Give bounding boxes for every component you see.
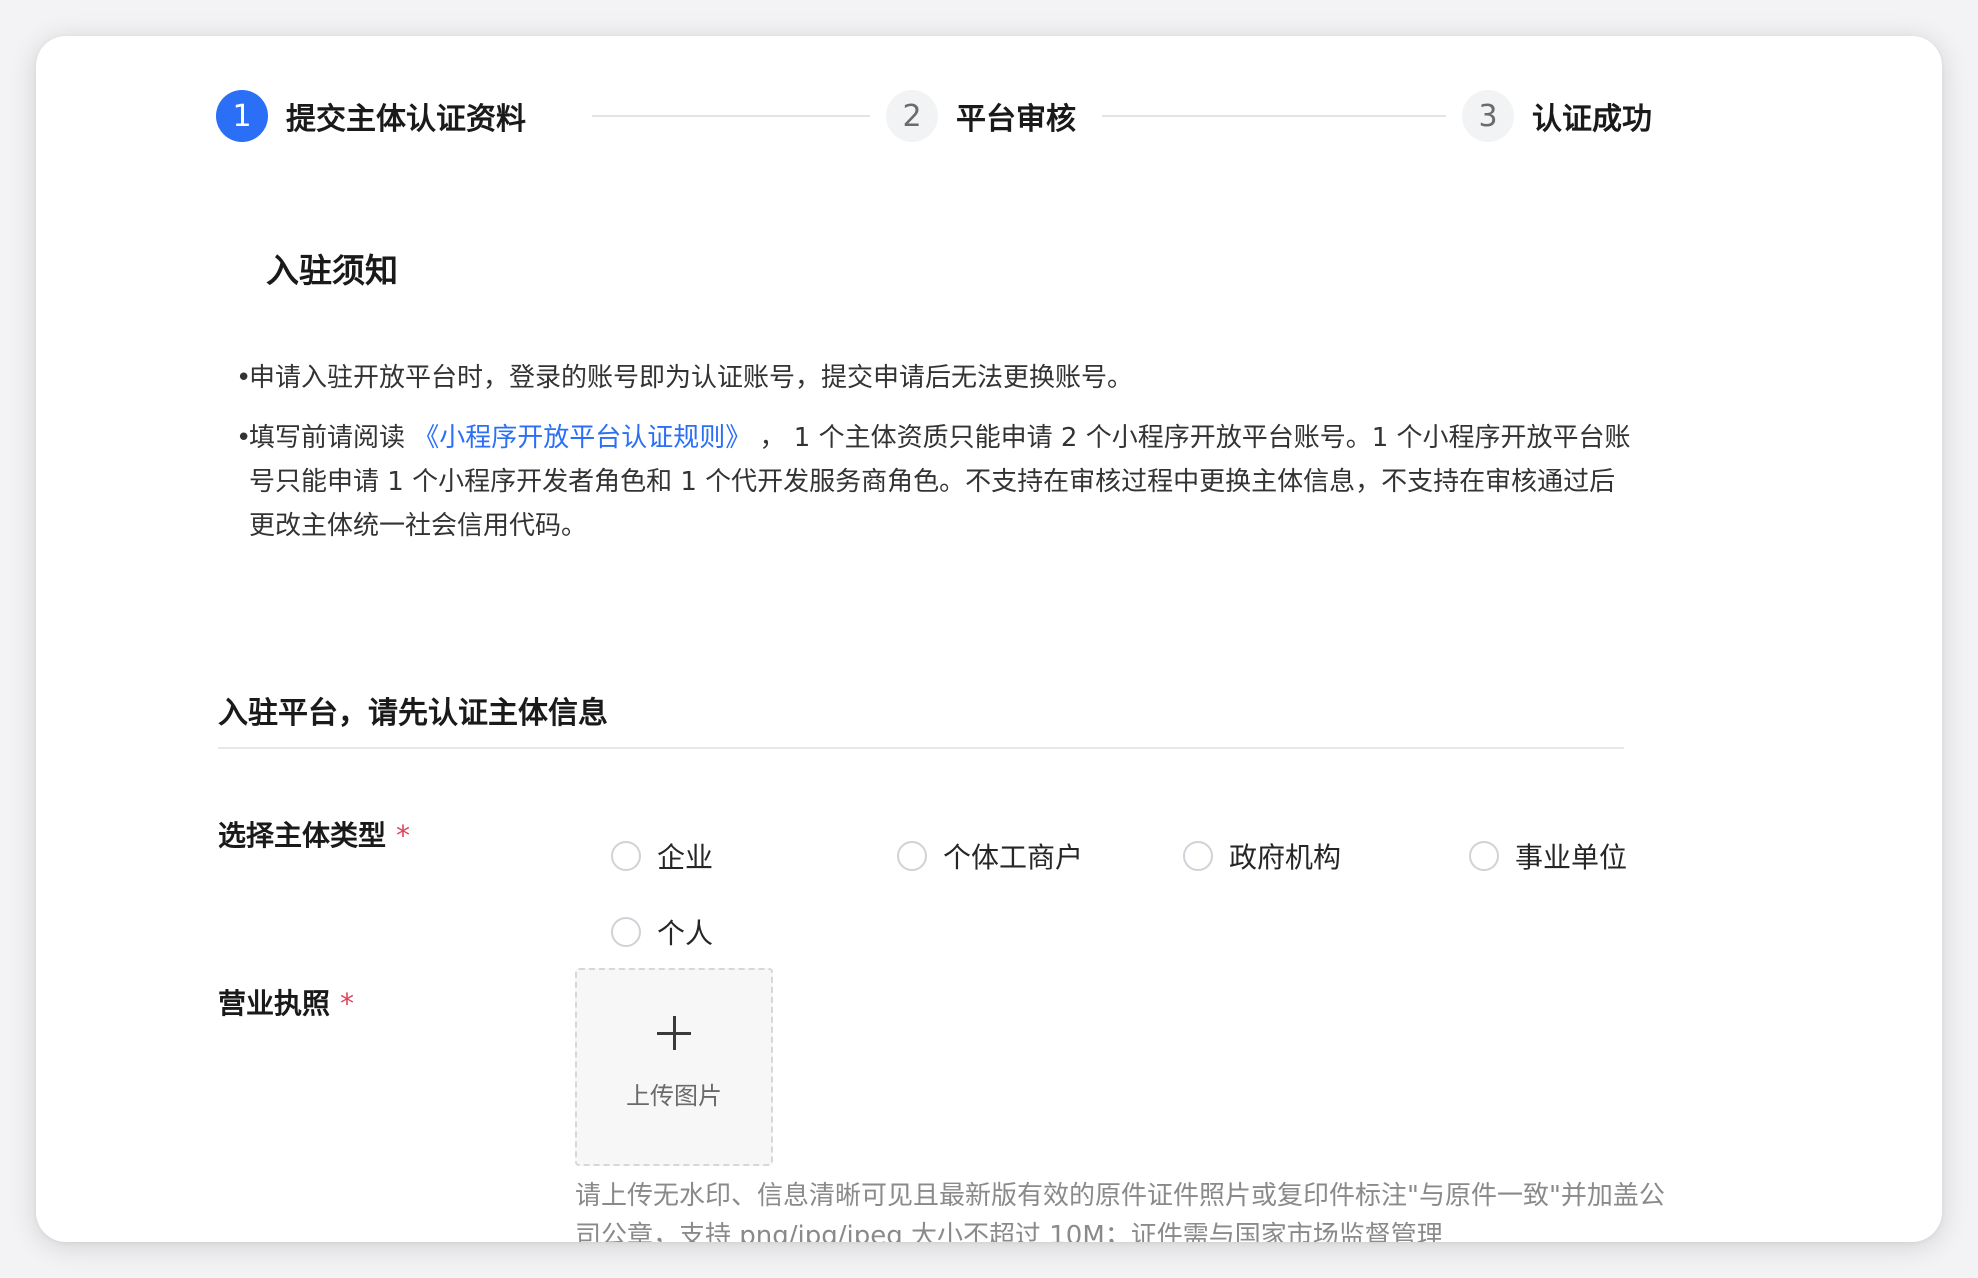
entity-type-label-text: 选择主体类型 [218,819,387,852]
license-label: 营业执照 * [218,982,354,1022]
section-title: 入驻平台，请先认证主体信息 [218,696,608,731]
radio-circle-icon[interactable] [611,917,641,947]
step-label-1: 提交主体认证资料 [286,102,526,137]
upload-label: 上传图片 [626,1081,722,1110]
radio-label: 企业 [657,841,714,874]
upload-image-button[interactable]: 上传图片 [575,968,773,1166]
bullet-icon: • [236,423,252,453]
radio-circle-icon[interactable] [611,841,641,871]
bullet-icon: • [236,363,252,393]
required-mark: * [396,819,411,852]
radio-public-institution[interactable]: 事业单位 [1469,834,1627,878]
entity-type-label: 选择主体类型 * [218,814,410,854]
step-number-3: 3 [1462,90,1514,142]
notice-item: • 申请入驻开放平台时，登录的账号即为认证账号，提交申请后无法更换账号。 [236,356,1636,400]
step-label-2: 平台审核 [956,102,1076,137]
notice-text-account: 申请入驻开放平台时，登录的账号即为认证账号，提交申请后无法更换账号。 [249,363,1134,393]
radio-label: 事业单位 [1515,841,1628,874]
radio-individual-business[interactable]: 个体工商户 [897,834,1083,878]
required-mark: * [340,987,355,1020]
certification-rules-link[interactable]: 《小程序开放平台认证规则》 [413,423,751,453]
radio-government[interactable]: 政府机构 [1183,834,1341,878]
certification-card: 1 提交主体认证资料 2 平台审核 3 认证成功 入驻须知 • 申请入驻开放平台… [36,36,1942,1242]
plus-icon [657,1015,691,1050]
step-number-2: 2 [886,90,938,142]
radio-enterprise[interactable]: 企业 [611,834,713,878]
radio-label: 个体工商户 [943,841,1084,874]
step-certified: 3 认证成功 [1462,86,1652,146]
notice-title: 入驻须知 [266,251,398,290]
progress-stepper: 1 提交主体认证资料 2 平台审核 3 认证成功 [216,86,1652,146]
step-connector-2 [1102,115,1446,117]
step-number-1: 1 [216,90,268,142]
section-divider [218,747,1624,749]
step-platform-review: 2 平台审核 [886,86,1076,146]
notice-list: • 申请入驻开放平台时，登录的账号即为认证账号，提交申请后无法更换账号。 • 填… [236,356,1636,564]
license-label-text: 营业执照 [218,987,331,1020]
radio-circle-icon[interactable] [1183,841,1213,871]
step-connector-1 [592,115,870,117]
notice-item: • 填写前请阅读 《小程序开放平台认证规则》 ， 1 个主体资质只能申请 2 个… [236,416,1636,548]
radio-label: 政府机构 [1229,841,1342,874]
radio-circle-icon[interactable] [1469,841,1499,871]
radio-circle-icon[interactable] [897,841,927,871]
radio-personal[interactable]: 个人 [611,910,713,954]
step-label-3: 认证成功 [1532,102,1652,137]
radio-label: 个人 [657,917,714,950]
notice-text-prefix: 填写前请阅读 [249,423,414,453]
step-submit-materials: 1 提交主体认证资料 [216,86,526,146]
upload-hint: 请上传无水印、信息清晰可见且最新版有效的原件证件照片或复印件标注"与原件一致"并… [575,1181,1665,1242]
